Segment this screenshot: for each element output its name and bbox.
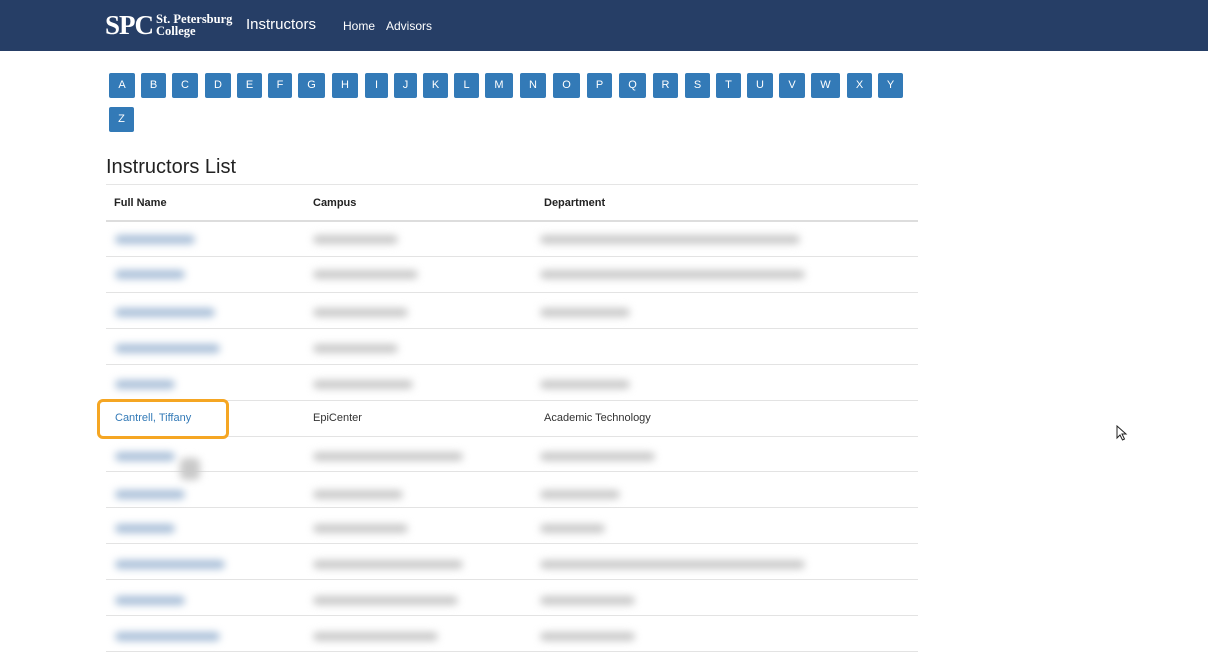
- row-divider: [106, 364, 918, 365]
- letter-button-o[interactable]: O: [553, 73, 580, 98]
- nav-link-advisors[interactable]: Advisors: [386, 19, 432, 33]
- row-divider: [106, 651, 918, 652]
- table-row: [115, 344, 220, 353]
- letter-button-y[interactable]: Y: [878, 73, 903, 98]
- table-header-divider: [106, 220, 918, 222]
- letter-button-p[interactable]: P: [587, 73, 612, 98]
- logo-line-2: College: [156, 24, 196, 38]
- mouse-cursor-icon: [1116, 425, 1128, 441]
- table-row: [115, 308, 215, 317]
- letter-button-m[interactable]: M: [485, 73, 513, 98]
- letter-button-b[interactable]: B: [141, 73, 166, 98]
- row-divider: [106, 471, 918, 472]
- letter-button-j[interactable]: J: [394, 73, 417, 98]
- letter-button-q[interactable]: Q: [619, 73, 646, 98]
- row-divider: [106, 292, 918, 293]
- letter-button-g[interactable]: G: [298, 73, 325, 98]
- table-row: [115, 452, 175, 461]
- row-divider: [106, 328, 918, 329]
- letter-button-c[interactable]: C: [172, 73, 198, 98]
- letter-button-d[interactable]: D: [205, 73, 231, 98]
- letter-button-u[interactable]: U: [747, 73, 773, 98]
- letter-button-t[interactable]: T: [716, 73, 741, 98]
- letter-button-x[interactable]: X: [847, 73, 872, 98]
- instructor-department: Academic Technology: [544, 412, 651, 424]
- nav-link-home[interactable]: Home: [343, 19, 375, 33]
- brand-title[interactable]: Instructors: [246, 16, 316, 33]
- letter-button-r[interactable]: R: [653, 73, 678, 98]
- column-header-campus: Campus: [313, 197, 357, 209]
- page-title: Instructors List: [106, 156, 237, 178]
- letter-button-a[interactable]: A: [109, 73, 135, 98]
- table-row: [115, 524, 175, 533]
- table-row: [115, 270, 185, 279]
- letter-button-k[interactable]: K: [423, 73, 448, 98]
- selection-highlight: [97, 399, 229, 439]
- letter-button-s[interactable]: S: [685, 73, 710, 98]
- letter-button-z[interactable]: Z: [109, 107, 134, 132]
- row-divider: [106, 579, 918, 580]
- table-row: [115, 235, 195, 244]
- letter-button-e[interactable]: E: [237, 73, 262, 98]
- letter-button-n[interactable]: N: [520, 73, 546, 98]
- column-header-department: Department: [544, 197, 606, 209]
- row-divider: [106, 507, 918, 508]
- logo-spc-text: SPC: [105, 9, 154, 40]
- row-divider: [106, 256, 918, 257]
- table-row: [115, 380, 175, 389]
- spc-logo[interactable]: SPC St. Petersburg College: [105, 10, 232, 40]
- row-divider: [106, 615, 918, 616]
- table-row: [115, 632, 220, 641]
- letter-button-v[interactable]: V: [779, 73, 805, 98]
- table-row: [115, 560, 225, 569]
- table-row: [115, 596, 185, 605]
- letter-button-i[interactable]: I: [365, 73, 388, 98]
- letter-button-w[interactable]: W: [811, 73, 840, 98]
- table-row: [115, 490, 185, 499]
- logo-college-name: St. Petersburg College: [156, 13, 232, 38]
- letter-button-h[interactable]: H: [332, 73, 358, 98]
- row-divider: [106, 543, 918, 544]
- letter-button-l[interactable]: L: [454, 73, 479, 98]
- title-divider: [106, 184, 918, 185]
- column-header-full-name: Full Name: [114, 197, 167, 209]
- instructor-campus: EpiCenter: [313, 412, 362, 424]
- letter-button-f[interactable]: F: [268, 73, 292, 98]
- top-navbar: SPC St. Petersburg College Instructors H…: [0, 0, 1208, 51]
